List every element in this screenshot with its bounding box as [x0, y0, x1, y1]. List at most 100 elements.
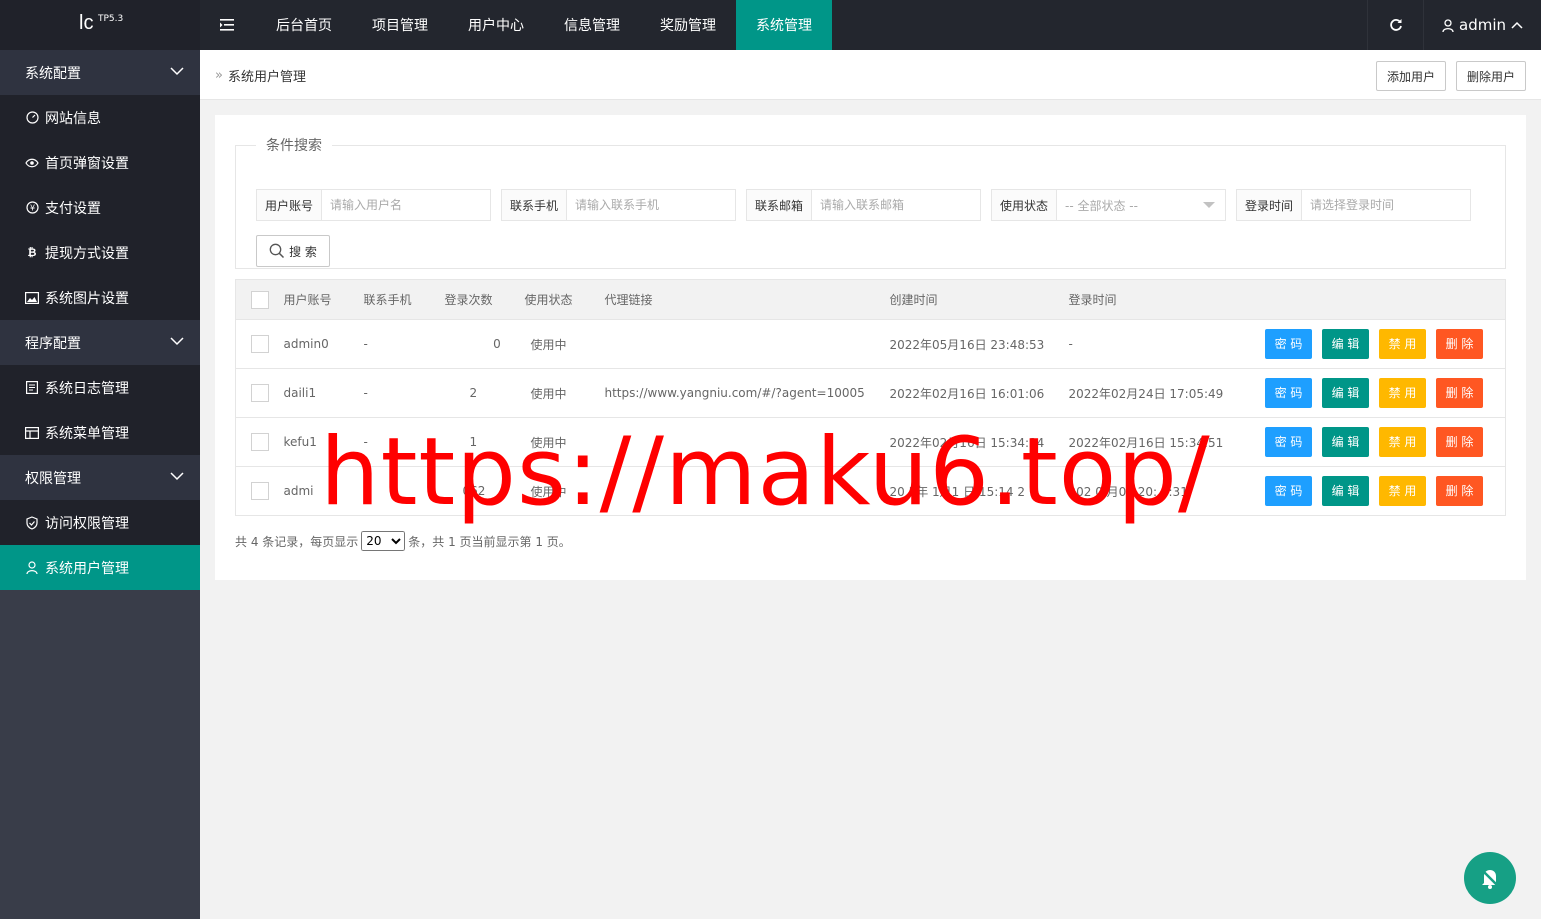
page-size-select[interactable]: 20 [361, 531, 406, 551]
edit-button[interactable]: 编 辑 [1322, 476, 1369, 506]
table-header: 用户账号 联系手机 登录次数 使用状态 代理链接 创建时间 登录时间 [235, 279, 1506, 320]
cell-ops: 密 码编 辑禁 用删 除 [1247, 466, 1506, 516]
delete-user-button[interactable]: 删除用户 [1456, 61, 1526, 91]
add-user-button[interactable]: 添加用户 [1376, 61, 1446, 91]
cell-username: kefu1 [283, 417, 364, 467]
cell-link[interactable] [604, 466, 890, 516]
menu-toggle-icon[interactable] [200, 0, 256, 50]
cell-link[interactable] [604, 319, 890, 369]
status-label: 使用状态 [992, 190, 1057, 220]
delete-button[interactable]: 删 除 [1436, 427, 1483, 457]
topnav-rewards[interactable]: 奖励管理 [640, 0, 736, 50]
top-right: admin [1367, 0, 1541, 50]
cell-status: 使用中 [524, 368, 605, 418]
edit-button[interactable]: 编 辑 [1322, 329, 1369, 359]
pagination: 共 4 条记录，每页显示 20 条，共 1 页当前显示第 1 页。 [235, 531, 571, 551]
sidebar-item-logs[interactable]: 系统日志管理 [0, 365, 200, 410]
cell-phone: - [363, 319, 445, 369]
row-select-cell [235, 319, 284, 369]
topnav-info[interactable]: 信息管理 [544, 0, 640, 50]
user-menu[interactable]: admin [1423, 0, 1541, 50]
disable-button[interactable]: 禁 用 [1379, 427, 1426, 457]
notification-bell-icon[interactable] [1464, 852, 1516, 904]
header-created: 创建时间 [889, 279, 1069, 320]
double-chevron-right-icon: » [215, 68, 223, 83]
cell-link[interactable] [604, 417, 890, 467]
cell-ops: 密 码编 辑禁 用删 除 [1247, 319, 1506, 369]
password-button[interactable]: 密 码 [1265, 476, 1312, 506]
sidebar-item-site-info[interactable]: 网站信息 [0, 95, 200, 140]
delete-button[interactable]: 删 除 [1436, 476, 1483, 506]
topnav-home[interactable]: 后台首页 [256, 0, 352, 50]
sidebar-item-withdraw[interactable]: ₿ 提现方式设置 [0, 230, 200, 275]
users-table: 用户账号 联系手机 登录次数 使用状态 代理链接 创建时间 登录时间 admin… [235, 279, 1506, 516]
row-checkbox[interactable] [251, 433, 269, 451]
header-username: 用户账号 [283, 279, 364, 320]
refresh-icon[interactable] [1367, 0, 1423, 50]
disable-button[interactable]: 禁 用 [1379, 329, 1426, 359]
username-label: 用户账号 [257, 190, 322, 220]
breadcrumb-bar: » 系统用户管理 添加用户 删除用户 [200, 50, 1541, 100]
topnav-users[interactable]: 用户中心 [448, 0, 544, 50]
sidebar-item-system-users[interactable]: 系统用户管理 [0, 545, 200, 590]
phone-field: 联系手机 [501, 189, 736, 221]
pager-prefix: 共 4 条记录，每页显示 [235, 534, 359, 549]
user-icon [1442, 18, 1454, 32]
sidebar-group-program[interactable]: 程序配置 [0, 320, 200, 365]
email-field: 联系邮箱 [746, 189, 981, 221]
sidebar-item-label: 提现方式设置 [45, 245, 129, 262]
cell-phone: - [363, 466, 445, 516]
password-button[interactable]: 密 码 [1265, 427, 1312, 457]
sidebar-item-access[interactable]: 访问权限管理 [0, 500, 200, 545]
user-icon [25, 561, 39, 575]
topnav-projects[interactable]: 项目管理 [352, 0, 448, 50]
row-checkbox[interactable] [251, 482, 269, 500]
phone-label: 联系手机 [502, 190, 567, 220]
topnav-system[interactable]: 系统管理 [736, 0, 832, 50]
row-select-cell [235, 417, 284, 467]
sidebar-item-popup[interactable]: 首页弹窗设置 [0, 140, 200, 185]
username-input[interactable] [322, 190, 490, 220]
phone-input[interactable] [567, 190, 735, 220]
cell-logins: 0 [444, 319, 525, 369]
chevron-down-icon [170, 472, 184, 481]
cell-logins: 1 [444, 417, 525, 467]
cell-login: - [1068, 319, 1248, 369]
sidebar-item-images[interactable]: 系统图片设置 [0, 275, 200, 320]
dashboard-icon [25, 111, 39, 125]
cell-created: 2022年02月16日 15:34:34 [889, 417, 1069, 467]
sidebar-item-label: 首页弹窗设置 [45, 155, 129, 172]
edit-button[interactable]: 编 辑 [1322, 427, 1369, 457]
email-input[interactable] [812, 190, 980, 220]
yen-icon: ¥ [25, 201, 39, 215]
sidebar-item-label: 支付设置 [45, 200, 101, 217]
disable-button[interactable]: 禁 用 [1379, 378, 1426, 408]
delete-button[interactable]: 删 除 [1436, 378, 1483, 408]
cell-created: 2022年05月16日 23:48:53 [889, 319, 1069, 369]
header-logins: 登录次数 [444, 279, 525, 320]
disable-button[interactable]: 禁 用 [1379, 476, 1426, 506]
sidebar-group-config[interactable]: 系统配置 [0, 50, 200, 95]
password-button[interactable]: 密 码 [1265, 378, 1312, 408]
sidebar-item-payment[interactable]: ¥ 支付设置 [0, 185, 200, 230]
row-checkbox[interactable] [251, 384, 269, 402]
login-time-input[interactable] [1302, 190, 1470, 220]
password-button[interactable]: 密 码 [1265, 329, 1312, 359]
username-field: 用户账号 [256, 189, 491, 221]
cell-status: 使用中 [524, 466, 605, 516]
sidebar-item-menus[interactable]: 系统菜单管理 [0, 410, 200, 455]
sidebar-group-permissions[interactable]: 权限管理 [0, 455, 200, 500]
cell-login: 2022年02月24日 17:05:49 [1068, 368, 1248, 418]
delete-button[interactable]: 删 除 [1436, 329, 1483, 359]
log-icon [25, 381, 39, 395]
email-label: 联系邮箱 [747, 190, 812, 220]
cell-phone: - [363, 417, 445, 467]
row-checkbox[interactable] [251, 335, 269, 353]
search-button[interactable]: 搜 索 [256, 235, 330, 267]
status-select[interactable]: -- 全部状态 -- [1057, 190, 1225, 220]
sidebar: 系统配置 网站信息 首页弹窗设置 ¥ 支付设置 ₿ 提现方式设置 系统图片设置 … [0, 50, 200, 919]
main-card: 条件搜索 用户账号 联系手机 联系邮箱 使用状态 -- 全部状态 -- 登录时间 [215, 115, 1526, 580]
edit-button[interactable]: 编 辑 [1322, 378, 1369, 408]
select-all-checkbox[interactable] [251, 290, 269, 309]
cell-link[interactable]: https://www.yangniu.com/#/?agent=10005 [604, 368, 890, 418]
